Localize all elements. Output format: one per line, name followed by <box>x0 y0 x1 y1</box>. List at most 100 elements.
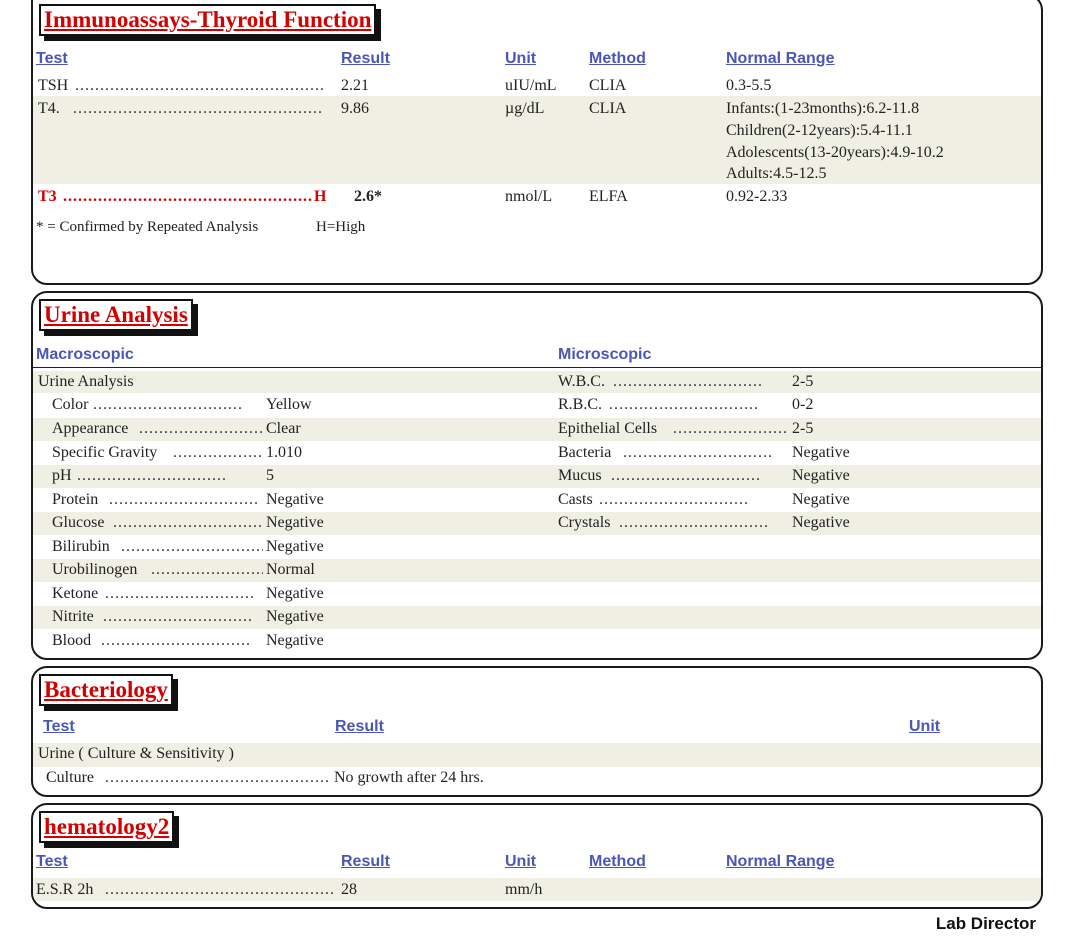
header-result: Result <box>335 718 384 735</box>
group-label: Urine Analysis <box>38 373 134 390</box>
test-result: 5 <box>266 467 274 484</box>
leader-dots: .............................. <box>609 396 759 413</box>
test-name: Urobilinogen <box>52 561 138 578</box>
leader-dots: .............................. <box>109 491 259 508</box>
test-result: 28 <box>341 881 357 898</box>
test-result: 1.010 <box>266 444 302 461</box>
header-range: Normal Range <box>726 853 835 870</box>
hematology-section: hematology2 Test Result Unit Method Norm… <box>31 803 1043 909</box>
test-result: Clear <box>266 420 301 437</box>
header-range: Normal Range <box>726 50 835 67</box>
leader-dots: .............................. <box>139 420 263 437</box>
thyroid-section: Immunoassays-Thyroid Function Test Resul… <box>31 0 1043 285</box>
footnote: * = Confirmed by Repeated Analysis <box>36 219 259 235</box>
header-method: Method <box>589 50 646 67</box>
test-result: No growth after 24 hrs. <box>334 769 484 786</box>
leader-dots: .............................. <box>673 420 788 437</box>
leader-dots: .............................. <box>613 373 763 390</box>
leader-dots: .............................. <box>619 514 769 531</box>
test-name: pH <box>52 467 72 484</box>
bacteriology-title: Bacteriology <box>39 674 173 706</box>
test-result: 9.86 <box>341 100 369 117</box>
test-name: R.B.C. <box>558 396 603 413</box>
leader-dots: .............................. <box>599 491 749 508</box>
test-name: T4. <box>38 100 60 117</box>
header-result: Result <box>341 853 390 870</box>
test-range-line: Adolescents(13-20years):4.9-10.2 <box>726 144 944 161</box>
test-result: 2-5 <box>792 373 814 390</box>
test-result: Negative <box>792 467 850 484</box>
hematology-title: hematology2 <box>39 811 175 843</box>
test-name: Bilirubin <box>52 538 110 555</box>
leader-dots: .............................. <box>105 585 255 602</box>
test-name: Nitrite <box>52 608 94 625</box>
leader-dots: .............................. <box>93 396 243 413</box>
test-result: 0-2 <box>792 396 814 413</box>
high-flag: H <box>314 188 327 205</box>
row-stripe <box>33 371 1041 393</box>
test-result: Negative <box>266 491 324 508</box>
test-method: CLIA <box>589 77 627 94</box>
test-method: CLIA <box>589 100 627 117</box>
test-name: Glucose <box>52 514 105 531</box>
test-name: Culture <box>46 769 94 786</box>
leader-dots: .............................. <box>623 444 773 461</box>
urine-section: Urine Analysis Macroscopic Microscopic U… <box>31 291 1043 660</box>
test-name: Bacteria <box>558 444 612 461</box>
test-unit: nmol/L <box>505 188 553 205</box>
leader-dots: .............................. <box>121 538 263 555</box>
test-name: Appearance <box>52 420 129 437</box>
lab-director-label: Lab Director <box>935 914 1036 933</box>
leader-dots: .............................. <box>77 467 227 484</box>
test-result: Negative <box>792 444 850 461</box>
test-name: Specific Gravity <box>52 444 158 461</box>
test-unit: µg/dL <box>505 100 545 117</box>
header-test: Test <box>36 50 68 67</box>
test-name: Mucus <box>558 467 602 484</box>
test-result: Negative <box>792 491 850 508</box>
macroscopic-header: Macroscopic <box>36 346 134 363</box>
leader-dots: ........................................… <box>63 188 313 205</box>
test-name: Blood <box>52 632 92 649</box>
test-method: ELFA <box>589 188 628 205</box>
leader-dots: .............................. <box>101 632 251 649</box>
header-divider <box>33 367 1041 368</box>
leader-dots: .............................. <box>113 514 263 531</box>
header-test: Test <box>43 718 75 735</box>
test-result: Negative <box>266 632 324 649</box>
urine-title: Urine Analysis <box>39 299 193 331</box>
test-name: Epithelial Cells <box>558 420 658 437</box>
test-range: 0.3-5.5 <box>726 77 772 94</box>
leader-dots: .............................. <box>173 444 263 461</box>
test-name: E.S.R 2h <box>36 881 94 898</box>
header-method: Method <box>589 853 646 870</box>
test-range: 0.92-2.33 <box>726 188 788 205</box>
header-unit: Unit <box>505 853 537 870</box>
leader-dots: .............................. <box>611 467 761 484</box>
legend-high: H=High <box>316 219 366 235</box>
test-result: Yellow <box>266 396 312 413</box>
test-result: 2.6* <box>354 188 382 205</box>
test-result: Negative <box>266 608 324 625</box>
leader-dots: ........................................… <box>73 100 323 117</box>
test-result: Negative <box>266 514 324 531</box>
test-result: 2-5 <box>792 420 814 437</box>
leader-dots: ........................................… <box>105 769 331 786</box>
header-result: Result <box>341 50 390 67</box>
test-result: Negative <box>266 538 324 555</box>
group-label: Urine ( Culture & Sensitivity ) <box>38 745 234 762</box>
microscopic-header: Microscopic <box>558 346 652 363</box>
leader-dots: .............................. <box>103 608 253 625</box>
test-result: Normal <box>266 561 315 578</box>
test-unit: mm/h <box>505 881 543 898</box>
header-unit: Unit <box>505 50 537 67</box>
thyroid-title: Immunoassays-Thyroid Function <box>39 4 377 36</box>
test-range-line: Infants:(1-23months):6.2-11.8 <box>726 100 920 117</box>
test-result: Negative <box>266 585 324 602</box>
test-name: Color <box>52 394 91 416</box>
leader-dots: ........................................… <box>75 77 325 94</box>
test-name: Ketone <box>52 585 99 602</box>
test-name: Protein <box>52 491 99 508</box>
header-unit: Unit <box>909 718 941 735</box>
header-test: Test <box>36 853 68 870</box>
